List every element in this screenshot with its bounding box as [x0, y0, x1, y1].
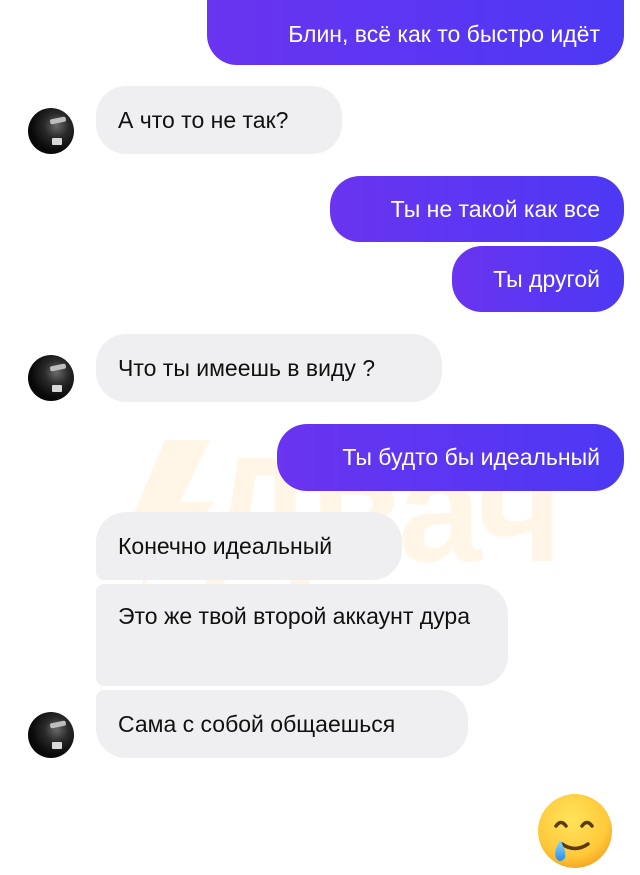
- message-text: Блин, всё как то быстро идёт: [288, 21, 600, 47]
- outgoing-message[interactable]: Ты другой: [452, 246, 624, 312]
- incoming-message[interactable]: Что ты имеешь в виду ?: [96, 334, 442, 402]
- message-text: Конечно идеальный: [118, 533, 333, 559]
- message-text: Ты другой: [493, 266, 600, 292]
- outgoing-message[interactable]: Ты не такой как все: [330, 176, 624, 242]
- message-text: Ты будто бы идеальный: [342, 444, 600, 470]
- incoming-message[interactable]: Конечно идеальный: [96, 512, 402, 580]
- message-text: Что ты имеешь в виду ?: [118, 355, 376, 381]
- message-text: Ты не такой как все: [390, 196, 600, 222]
- chat-thread: Двач Блин, всё как то быстро идёт А что …: [0, 0, 640, 868]
- message-text: Сама с собой общаешься: [118, 711, 396, 737]
- incoming-message[interactable]: Сама с собой общаешься: [96, 690, 468, 758]
- smiling-face-with-tear-icon[interactable]: [536, 792, 614, 870]
- contact-avatar[interactable]: [28, 108, 74, 154]
- incoming-message[interactable]: Это же твой второй аккаунт дура: [96, 584, 508, 686]
- outgoing-message[interactable]: Ты будто бы идеальный: [277, 424, 624, 491]
- incoming-message[interactable]: А что то не так?: [96, 86, 342, 154]
- contact-avatar[interactable]: [28, 355, 74, 401]
- outgoing-message[interactable]: Блин, всё как то быстро идёт: [207, 0, 624, 65]
- message-text: Это же твой второй аккаунт дура: [118, 603, 471, 629]
- contact-avatar[interactable]: [28, 712, 74, 758]
- message-text: А что то не так?: [118, 107, 289, 133]
